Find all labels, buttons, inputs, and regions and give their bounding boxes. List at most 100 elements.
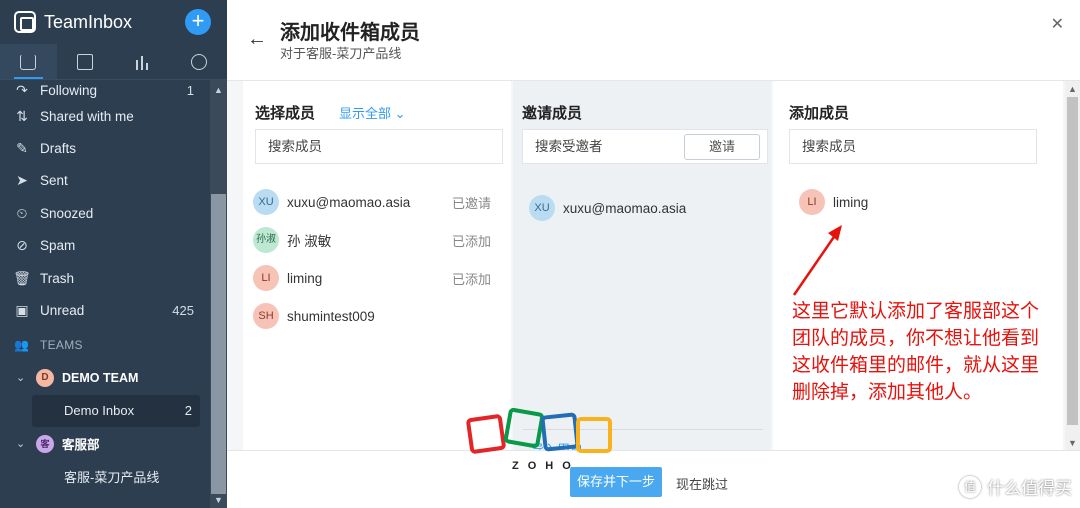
sidebar-item-snoozed[interactable]: ⏲ Snoozed — [0, 197, 210, 229]
column-title: 选择成员 — [255, 105, 316, 122]
avatar: LI — [799, 189, 825, 215]
sidebar-item-label: Drafts — [40, 141, 77, 157]
added-member-search-input[interactable]: 搜索成员 — [789, 129, 1037, 164]
sidebar-item-label: Trash — [40, 270, 75, 286]
brand[interactable]: TeamInbox — [14, 9, 132, 35]
sidebar-scroll-thumb[interactable] — [211, 194, 226, 494]
list-item[interactable]: XU xuxu@maomao.asia — [529, 194, 686, 222]
back-arrow-icon[interactable]: ← — [247, 28, 267, 51]
sidebar-item-spam[interactable]: ⊘ Spam — [0, 230, 210, 262]
zoho-red-square-icon — [465, 413, 507, 455]
member-status: 已添加 — [451, 233, 491, 249]
zoho-yellow-square-icon — [576, 417, 612, 453]
sidebar-item-label: Spam — [40, 238, 76, 254]
chevron-down-icon: ⌄ — [16, 372, 26, 385]
skip-now-link[interactable]: 现在跳过 — [676, 474, 728, 493]
team-name: DEMO TEAM — [62, 370, 139, 385]
inbox-label: 客服-菜刀产品线 — [64, 470, 160, 486]
inbox-kefu-caidao[interactable]: 客服-菜刀产品线 — [32, 461, 200, 493]
sidebar-item-sent[interactable]: ➤ Sent — [0, 165, 210, 197]
column-title: 邀请成员 — [522, 105, 583, 122]
tab-inbox[interactable] — [0, 44, 57, 79]
member-search-input[interactable]: 搜索成员 — [255, 129, 503, 164]
inbox-demo-inbox[interactable]: Demo Inbox 2 — [32, 394, 200, 427]
scroll-up-icon[interactable]: ▲ — [1065, 83, 1080, 95]
site-watermark-text: 什么值得买 — [987, 479, 1072, 498]
shared-icon: ⇅ — [16, 107, 28, 124]
list-item[interactable]: XU xuxu@maomao.asia 已邀请 — [253, 188, 501, 216]
list-item[interactable]: LI liming — [799, 188, 868, 216]
show-all-label: 显示全部 — [339, 106, 392, 121]
avatar: XU — [529, 195, 555, 221]
dialog-scrollbar[interactable]: ▲ ▼ — [1065, 81, 1080, 451]
dialog-scroll-thumb[interactable] — [1067, 97, 1078, 425]
member-name: 孙 淑敏 — [287, 234, 332, 249]
select-members-column: 选择成员 显示全部 ⌄ 搜索成员 XU xuxu@maomao.asia 已邀请… — [243, 81, 511, 451]
avatar: SH — [253, 303, 279, 329]
sidebar-item-drafts[interactable]: ✎ Drafts — [0, 132, 210, 164]
sidebar-item-following[interactable]: ↷ Following 1 — [0, 80, 210, 100]
list-item[interactable]: SH shumintest009 — [253, 302, 501, 330]
member-name: shumintest009 — [287, 308, 375, 324]
member-status: 已邀请 — [451, 195, 491, 211]
annotation-text: 这里它默认添加了客服部这个团队的成员，你不想让他看到这收件箱里的邮件，就从这里删… — [792, 300, 1040, 403]
team-kefu[interactable]: ⌄ 客 客服部 — [0, 427, 210, 461]
sidebar-item-shared[interactable]: ⇅ Shared with me — [0, 100, 210, 132]
invitee-search-placeholder: 搜索受邀者 — [535, 139, 603, 154]
member-name: xuxu@maomao.asia — [287, 194, 411, 210]
list-item[interactable]: 孙淑 孙 淑敏 已添加 — [253, 226, 501, 254]
scroll-down-icon[interactable]: ▼ — [1065, 437, 1080, 449]
sidebar-item-unread[interactable]: ▣ Unread 425 — [0, 294, 210, 326]
sidebar-top-tabs — [0, 44, 227, 80]
show-all-dropdown[interactable]: 显示全部 ⌄ — [339, 103, 406, 122]
inbox-icon — [20, 53, 37, 70]
avatar: XU — [253, 189, 279, 215]
sidebar-item-trash[interactable]: 🗑 Trash — [0, 262, 210, 294]
invite-members-column: 邀请成员 搜索受邀者 邀请 XU xuxu@maomao.asia 导入用户 — [513, 81, 771, 457]
team-avatar: 客 — [36, 434, 54, 453]
sidebar-item-label: Snoozed — [40, 205, 94, 221]
site-watermark: 值 什么值得买 — [959, 474, 1072, 499]
sidebar-item-label: Unread — [40, 303, 85, 319]
following-icon: ↷ — [16, 81, 28, 98]
avatar: 孙淑 — [253, 227, 279, 253]
sidebar-item-count: 425 — [172, 303, 194, 319]
invite-button[interactable]: 邀请 — [684, 134, 760, 160]
invitee-search-input[interactable]: 搜索受邀者 邀请 — [522, 129, 768, 164]
member-name: liming — [833, 194, 869, 210]
annotation-arrow-icon — [792, 225, 842, 296]
tab-activity[interactable] — [170, 44, 227, 79]
snooze-icon: ⏲ — [16, 204, 28, 221]
drafts-icon: ✎ — [16, 140, 28, 157]
teams-icon: 👥 — [14, 337, 30, 352]
member-name: xuxu@maomao.asia — [563, 200, 687, 216]
sidebar-nav: ↷ Following 1 ⇅ Shared with me ✎ Drafts … — [0, 80, 210, 493]
sidebar-scrollbar[interactable]: ▲ ▼ — [210, 80, 227, 508]
compose-button[interactable]: + — [185, 9, 211, 35]
chevron-down-icon: ⌄ — [16, 438, 26, 451]
team-name: 客服部 — [62, 438, 100, 453]
teams-section-header: 👥 TEAMS — [0, 329, 210, 361]
teaminbox-logo-icon — [14, 11, 36, 33]
scroll-up-icon[interactable]: ▲ — [210, 84, 227, 96]
unread-icon: ▣ — [15, 302, 29, 319]
teams-label: TEAMS — [40, 337, 83, 352]
sidebar-item-count: 1 — [186, 82, 194, 98]
activity-icon — [190, 53, 207, 70]
team-avatar: D — [36, 368, 54, 387]
avatar: LI — [253, 265, 279, 291]
trash-icon: 🗑 — [13, 269, 31, 286]
zoho-blue-square-icon — [540, 412, 580, 452]
scroll-down-icon[interactable]: ▼ — [210, 494, 227, 506]
sidebar-item-label: Sent — [40, 173, 68, 189]
team-demo-team[interactable]: ⌄ D DEMO TEAM — [0, 361, 210, 395]
inbox-count: 2 — [184, 403, 192, 419]
member-status: 已添加 — [451, 271, 491, 287]
tab-reports[interactable] — [114, 44, 171, 79]
tab-contacts[interactable] — [57, 44, 114, 79]
plus-icon: + — [191, 8, 205, 33]
column-title: 添加成员 — [789, 105, 850, 122]
close-icon[interactable]: ✕ — [1051, 14, 1064, 34]
list-item[interactable]: LI liming 已添加 — [253, 264, 501, 292]
sent-icon: ➤ — [16, 172, 28, 189]
